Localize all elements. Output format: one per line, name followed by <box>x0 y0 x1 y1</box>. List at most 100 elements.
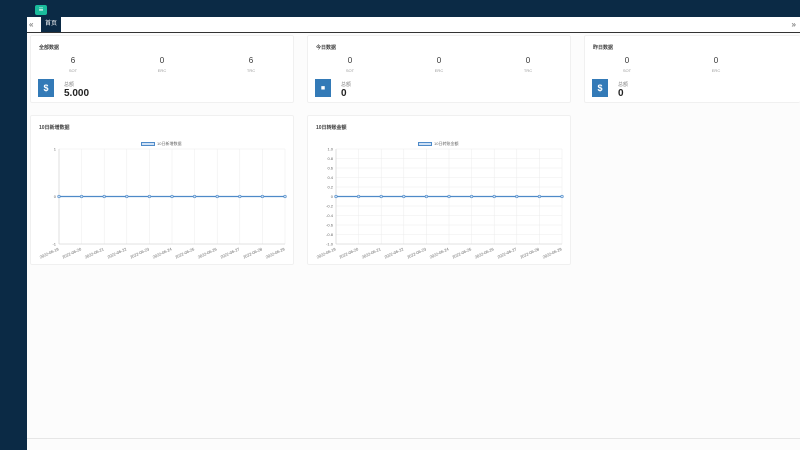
data-point <box>260 194 264 199</box>
dollar-icon: $ <box>592 79 608 97</box>
x-tick-label: 2022-06-27 <box>497 246 518 260</box>
card-yesterday-data: 昨日数据 0 SOT 0 ERC $ 总额 0 <box>584 35 800 103</box>
x-tick-label: 2022-06-19 <box>39 246 60 260</box>
x-tick-label: 2022-06-29 <box>265 246 286 260</box>
stat-value: 6 <box>70 56 76 65</box>
x-tick-label: 2022-06-24 <box>152 246 173 260</box>
x-tick-label: 2022-06-26 <box>197 246 218 260</box>
stat-erc: 0 ERC <box>419 56 459 73</box>
y-tick-label: -1 <box>52 242 56 247</box>
dollar-icon: $ <box>38 79 54 97</box>
data-point <box>492 194 496 199</box>
x-tick-label: 2022-06-22 <box>107 246 128 260</box>
stat-label: TRC <box>246 68 256 73</box>
stat-sot: 0 SOT <box>330 56 370 73</box>
x-tick-label: 2022-06-19 <box>316 246 337 260</box>
x-tick-label: 2022-06-21 <box>84 246 105 260</box>
y-tick-label: -0.2 <box>326 204 334 209</box>
x-tick-label: 2022-06-27 <box>220 246 241 260</box>
stat-trc: 0 TRC <box>508 56 548 73</box>
stat-sot: 6 SOT <box>53 56 93 73</box>
total-label: 总额 <box>618 82 629 88</box>
tab-bar: « 首页 » <box>27 17 800 33</box>
x-tick-label: 2022-06-22 <box>384 246 405 260</box>
data-point <box>215 194 219 199</box>
total-value: 5.000 <box>64 88 90 99</box>
sidebar <box>0 17 27 450</box>
stat-value: 0 <box>436 56 442 65</box>
x-tick-label: 2022-06-20 <box>338 246 359 260</box>
tab-scroll-left-icon[interactable]: « <box>29 20 33 29</box>
stat-label: TRC <box>523 68 533 73</box>
stat-label: ERC <box>711 68 721 73</box>
total-value: 0 <box>341 88 347 99</box>
y-tick-label: -0.4 <box>326 213 334 218</box>
stat-value: 0 <box>525 56 531 65</box>
stat-value: 0 <box>347 56 353 65</box>
data-point <box>170 194 174 199</box>
stat-label: SOT <box>345 68 355 73</box>
tab-scroll-right-icon[interactable]: » <box>792 20 796 29</box>
y-tick-label: 0.4 <box>327 175 333 180</box>
data-point <box>424 194 428 199</box>
data-point <box>402 194 406 199</box>
data-point <box>537 194 541 199</box>
chart-plot: 10-12022-06-19 2022-06-20 2022-06-21 2022-0… <box>39 147 287 260</box>
data-point <box>79 194 84 199</box>
x-tick-label: 2022-06-23 <box>406 246 427 260</box>
y-tick-label: 1.0 <box>327 147 333 152</box>
y-tick-label: 0.8 <box>327 156 333 161</box>
data-point <box>334 194 338 199</box>
y-tick-label: -0.8 <box>326 232 334 237</box>
y-tick-label: 0 <box>331 194 334 199</box>
total-label: 总额 <box>64 82 75 88</box>
x-tick-label: 2022-06-24 <box>429 246 450 260</box>
tab-home[interactable]: 首页 <box>41 17 61 32</box>
x-tick-label: 2022-06-20 <box>61 246 82 260</box>
card-title: 今日数据 <box>316 45 337 51</box>
stat-erc: 0 ERC <box>142 56 182 73</box>
stat-erc: 0 ERC <box>696 56 736 73</box>
x-tick-label: 2022-06-25 <box>174 246 195 260</box>
stat-label: SOT <box>622 68 632 73</box>
x-tick-label: 2022-06-26 <box>474 246 495 260</box>
data-point <box>515 194 519 199</box>
stat-sot: 0 SOT <box>607 56 647 73</box>
y-tick-label: 1 <box>54 147 57 152</box>
data-point <box>560 194 564 199</box>
data-point <box>147 194 151 199</box>
data-point <box>283 194 287 199</box>
total-value: 0 <box>618 88 624 99</box>
x-tick-label: 2022-06-28 <box>242 246 263 260</box>
menu-toggle-icon[interactable]: ≡ <box>35 5 47 15</box>
y-tick-label: -0.6 <box>326 223 334 228</box>
stat-value: 0 <box>713 56 719 65</box>
x-tick-label: 2022-06-21 <box>361 246 382 260</box>
x-tick-label: 2022-06-28 <box>519 246 540 260</box>
data-point <box>356 194 361 199</box>
stat-label: ERC <box>157 68 167 73</box>
y-tick-label: 0.2 <box>327 185 333 190</box>
footer-divider <box>27 438 800 439</box>
stat-label: ERC <box>434 68 444 73</box>
y-tick-label: 0 <box>54 194 57 199</box>
card-today-data: 今日数据 0 SOT 0 ERC 0 TRC ■ 总额 0 <box>307 35 571 103</box>
x-tick-label: 2022-06-25 <box>451 246 472 260</box>
y-tick-label: 0.6 <box>327 166 333 171</box>
data-point <box>102 194 106 199</box>
square-icon: ■ <box>315 79 331 97</box>
y-tick-label: -1.0 <box>326 242 334 247</box>
stat-trc: 6 TRC <box>231 56 271 73</box>
stat-value: 6 <box>248 56 254 65</box>
data-point <box>125 194 129 199</box>
data-point <box>238 194 242 199</box>
chart-plot: 1.00.80.60.40.20-0.2-0.4-0.6-0.8-1.02022… <box>316 147 564 260</box>
stat-value: 0 <box>159 56 165 65</box>
card-title: 昨日数据 <box>593 45 614 51</box>
chart-card-new-data: 10日新增数据 10日新增数据 1 0 -1 2022-06-19 2022-06-20… <box>30 115 294 265</box>
data-point <box>193 194 197 199</box>
stat-label: SOT <box>68 68 78 73</box>
data-point <box>379 194 383 199</box>
data-point <box>470 194 474 199</box>
x-tick-label: 2022-06-23 <box>129 246 150 260</box>
